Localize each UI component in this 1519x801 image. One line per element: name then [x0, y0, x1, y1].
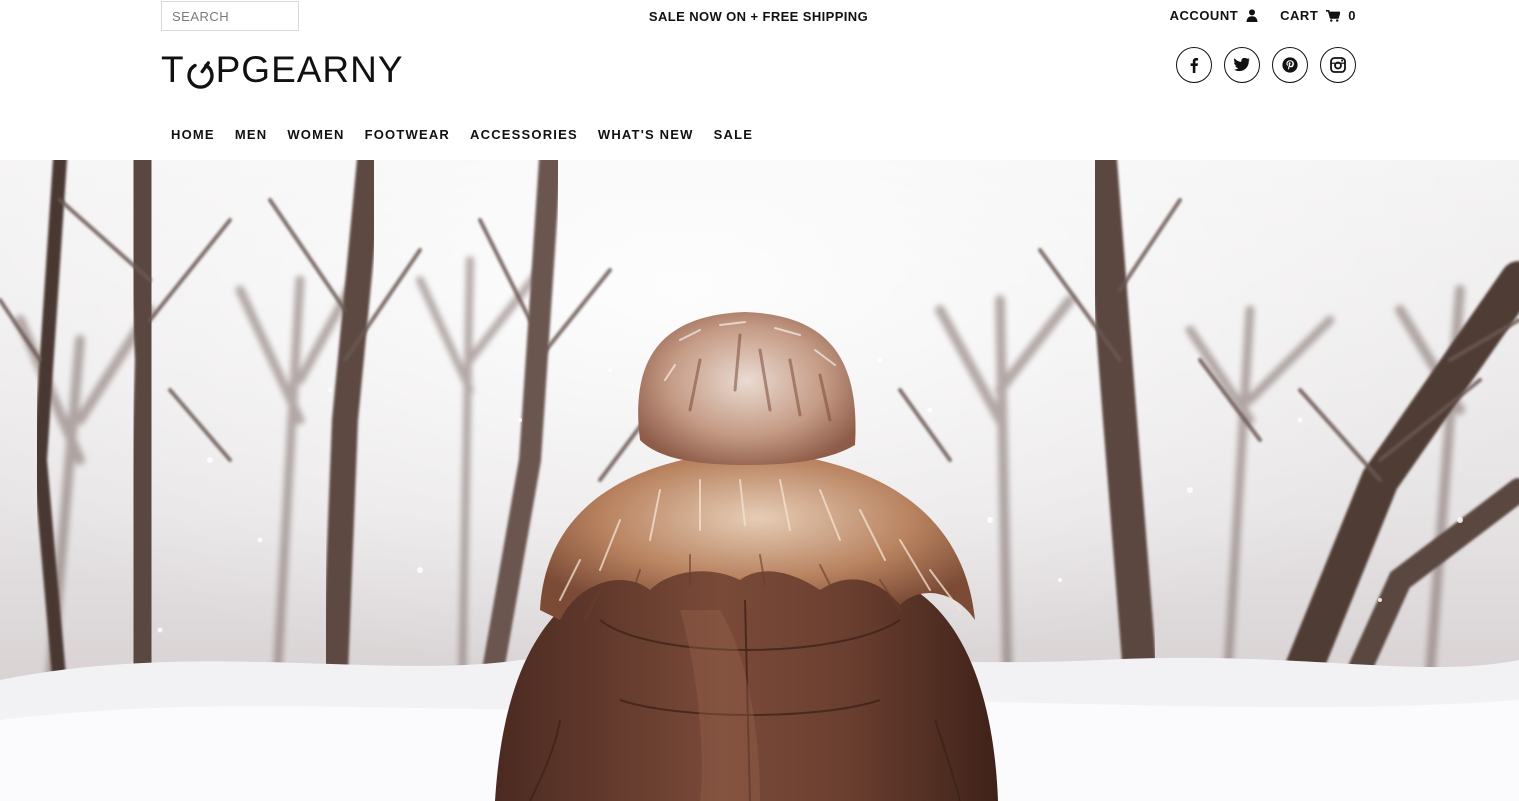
facebook-icon: [1190, 58, 1199, 73]
cart-icon: [1326, 9, 1341, 22]
instagram-link[interactable]: [1320, 47, 1356, 83]
instagram-icon: [1330, 57, 1346, 73]
social-links: [1176, 47, 1356, 83]
site-logo[interactable]: T PGEARNY: [161, 48, 404, 92]
logo-suffix: PGEARNY: [215, 49, 404, 90]
facebook-link[interactable]: [1176, 47, 1212, 83]
nav-item-women[interactable]: WOMEN: [277, 126, 354, 146]
logo-prefix: T: [161, 49, 185, 90]
hero-banner[interactable]: [0, 160, 1519, 801]
cart-link[interactable]: CART 0: [1280, 8, 1356, 23]
pinterest-link[interactable]: [1272, 47, 1308, 83]
nav-item-sale[interactable]: SALE: [704, 126, 763, 146]
account-link[interactable]: ACCOUNT: [1170, 8, 1259, 23]
cart-label: CART: [1280, 8, 1319, 23]
nav-item-footwear[interactable]: FOOTWEAR: [355, 126, 460, 146]
pinterest-icon: [1282, 57, 1298, 73]
twitter-link[interactable]: [1224, 47, 1260, 83]
cart-count: 0: [1348, 8, 1356, 23]
twitter-icon: [1234, 58, 1250, 72]
account-label: ACCOUNT: [1169, 8, 1239, 23]
logo-power-icon: [186, 55, 215, 89]
user-icon: [1246, 9, 1258, 22]
main-nav: HOME MEN WOMEN FOOTWEAR ACCESSORIES WHAT…: [161, 126, 1356, 146]
nav-item-men[interactable]: MEN: [225, 126, 278, 146]
hero-image: [0, 160, 1519, 801]
account-cart-group: ACCOUNT CART 0: [1170, 8, 1356, 23]
header-logo-row: T PGEARNY: [161, 47, 1356, 92]
nav-item-whats-new[interactable]: WHAT'S NEW: [588, 126, 704, 146]
nav-item-home[interactable]: HOME: [161, 126, 225, 146]
top-utility-bar: SALE NOW ON + FREE SHIPPING ACCOUNT CART…: [161, 0, 1356, 34]
nav-item-accessories[interactable]: ACCESSORIES: [460, 126, 588, 146]
